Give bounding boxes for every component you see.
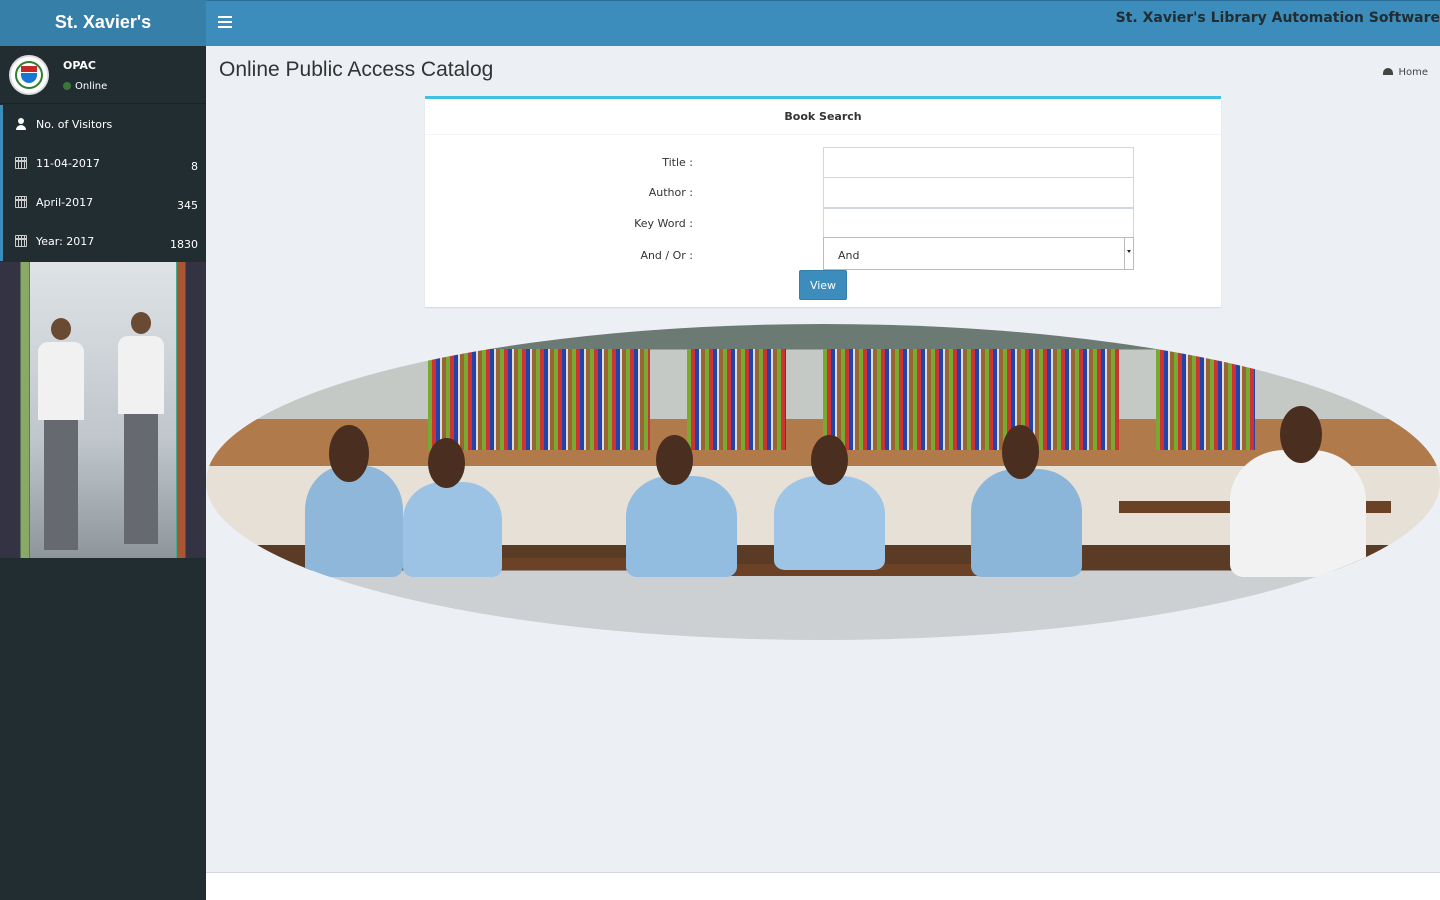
author-input[interactable] (823, 177, 1134, 208)
sidebar-item-month[interactable]: April-2017 345 (0, 183, 206, 222)
keyword-label: Key Word : (634, 217, 693, 230)
and-or-select[interactable]: And (823, 237, 1134, 270)
status-label: Online (75, 81, 108, 92)
title-input[interactable] (823, 147, 1134, 178)
students-in-library-photo (0, 262, 206, 558)
keyword-input[interactable] (823, 208, 1134, 239)
sidebar-item-label: April-2017 (36, 196, 94, 209)
calendar-icon (15, 235, 27, 247)
user-name: OPAC (63, 59, 96, 72)
and-or-row: And / Or : And (425, 237, 1221, 270)
page-title: Online Public Access Catalog (219, 58, 494, 81)
keyword-row: Key Word : (425, 208, 1221, 239)
online-status-icon (63, 82, 71, 90)
user-panel: OPAC Online (0, 46, 206, 104)
hamburger-menu-icon[interactable] (218, 16, 232, 30)
view-button[interactable]: View (799, 270, 847, 300)
sidebar-item-today[interactable]: 11-04-2017 8 (0, 144, 206, 183)
app-title: St. Xavier's Library Automation Software (1115, 10, 1440, 26)
and-or-label: And / Or : (640, 249, 693, 262)
user-status: Online (63, 81, 107, 92)
sidebar: OPAC Online No. of Visitors 11-04-2017 8… (0, 46, 206, 900)
breadcrumb[interactable]: Home (1383, 67, 1428, 78)
sidebar-item-count: 1830 (170, 238, 198, 251)
sidebar-item-visitors[interactable]: No. of Visitors (0, 105, 206, 144)
sidebar-item-count: 345 (177, 199, 198, 212)
author-label: Author : (648, 186, 693, 199)
box-title: Book Search (425, 99, 1221, 135)
college-seal-avatar (9, 55, 49, 95)
sidebar-item-label: No. of Visitors (36, 118, 113, 131)
and-or-selected-value: And (838, 249, 860, 262)
calendar-icon (15, 157, 27, 169)
book-search-box: Book Search Title : Author : Key Word : … (425, 96, 1221, 307)
dashboard-icon (1383, 68, 1394, 75)
title-label: Title : (662, 156, 693, 169)
sidebar-item-label: 11-04-2017 (36, 157, 100, 170)
library-reading-room-photo (206, 324, 1440, 640)
sidebar-item-year[interactable]: Year: 2017 1830 (0, 222, 206, 261)
sidebar-item-label: Year: 2017 (36, 235, 95, 248)
author-row: Author : (425, 177, 1221, 208)
top-navbar: St. Xavier's Library Automation Software (206, 0, 1440, 46)
user-icon (15, 118, 27, 130)
breadcrumb-home[interactable]: Home (1398, 67, 1428, 78)
footer (206, 872, 1440, 900)
title-row: Title : (425, 147, 1221, 178)
brand-logo[interactable]: St. Xavier's (0, 0, 206, 46)
sidebar-item-count: 8 (191, 160, 198, 173)
dropdown-arrow-icon[interactable] (1124, 238, 1133, 269)
calendar-icon (15, 196, 27, 208)
